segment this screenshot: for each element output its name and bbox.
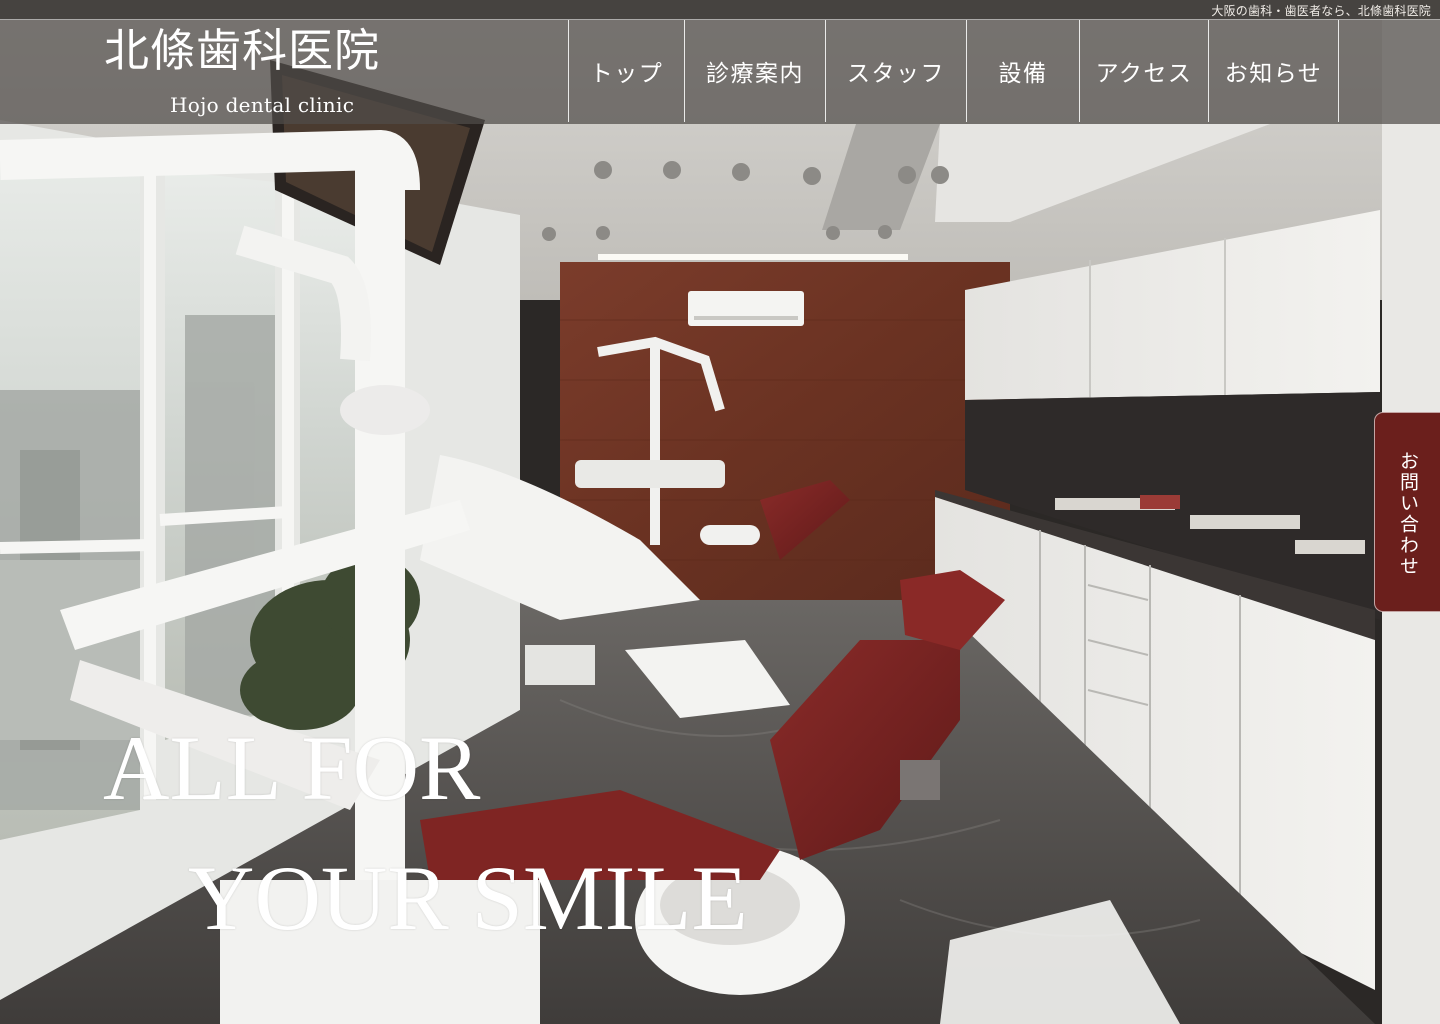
contact-tab-button[interactable]: お問い合わせ: [1374, 412, 1440, 612]
hero-heading-line-1: ALL FOR: [103, 717, 481, 819]
logo-subtitle: Hojo dental clinic: [170, 93, 355, 117]
site-tagline: 大阪の歯科・歯医者なら、北條歯科医院: [1211, 4, 1431, 18]
hero-heading-line-2: YOUR SMILE: [188, 847, 748, 949]
contact-tab-label: お問い合わせ: [1397, 451, 1419, 577]
nav-item-staff[interactable]: スタッフ: [826, 20, 967, 122]
nav-item-news[interactable]: お知らせ: [1209, 20, 1339, 122]
nav-item-access[interactable]: アクセス: [1080, 20, 1209, 122]
nav-item-top[interactable]: トップ: [569, 20, 685, 122]
nav-item-label: お知らせ: [1224, 61, 1323, 87]
top-tagline-strip: 大阪の歯科・歯医者なら、北條歯科医院: [0, 0, 1440, 20]
nav-item-label: 設備: [998, 61, 1048, 87]
nav-item-label: アクセス: [1095, 61, 1193, 87]
hero-section: 大阪の歯科・歯医者なら、北條歯科医院 北條歯科医院 Hojo dental cl…: [0, 0, 1440, 1024]
nav-item-label: トップ: [589, 61, 664, 87]
nav-item-equipment[interactable]: 設備: [967, 20, 1080, 122]
nav-item-services[interactable]: 診療案内: [685, 20, 826, 122]
global-nav: トップ 診療案内 スタッフ 設備 アクセス お知らせ: [568, 20, 1339, 122]
logo-title: 北條歯科医院: [104, 24, 381, 77]
nav-item-label: 診療案内: [706, 61, 804, 87]
nav-item-label: スタッフ: [847, 61, 945, 87]
